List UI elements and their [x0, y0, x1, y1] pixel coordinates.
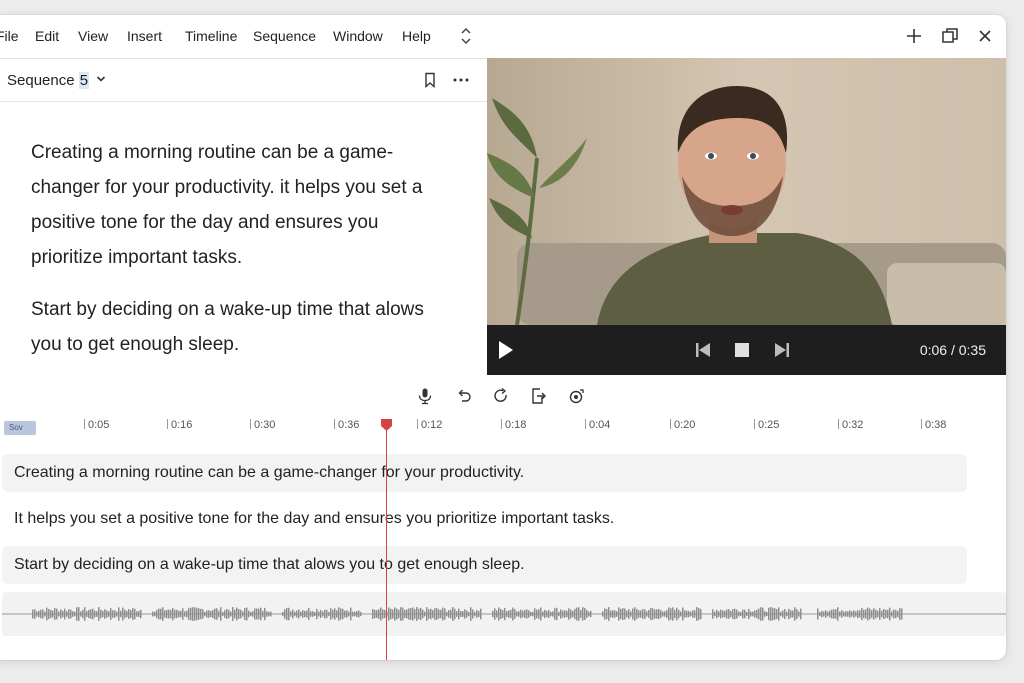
- menu-help[interactable]: Help: [402, 28, 431, 44]
- chevron-down-icon[interactable]: [96, 74, 106, 84]
- transcript-row[interactable]: It helps you set a positive tone for the…: [2, 500, 967, 538]
- stop-icon[interactable]: [734, 342, 750, 358]
- microphone-icon[interactable]: [416, 387, 434, 405]
- collapse-chevron-icon[interactable]: ‹: [0, 387, 1, 403]
- skip-back-icon[interactable]: [695, 342, 711, 358]
- ruler-tick: 0:05: [84, 419, 109, 431]
- ruler-tick: 0:18: [501, 419, 526, 431]
- redo-icon[interactable]: [492, 387, 510, 405]
- sequence-title[interactable]: Sequence 5: [7, 72, 90, 89]
- snapshot-icon[interactable]: [567, 387, 585, 405]
- ruler-tick: 0:32: [838, 419, 863, 431]
- menu-window[interactable]: Window: [333, 28, 383, 44]
- skip-forward-icon[interactable]: [774, 342, 790, 358]
- menu-timeline[interactable]: Timeline: [185, 28, 237, 44]
- ruler-tick: 0:38: [921, 419, 946, 431]
- menu-file[interactable]: File: [0, 28, 19, 44]
- transcript-row[interactable]: Creating a morning routine can be a game…: [2, 454, 967, 492]
- bookmark-icon[interactable]: [423, 72, 437, 88]
- ruler-tick: 0:30: [250, 419, 275, 431]
- menu-sequence[interactable]: Sequence: [253, 28, 316, 44]
- play-icon[interactable]: [497, 340, 515, 360]
- restore-icon[interactable]: [940, 26, 960, 46]
- ruler-tick: 0:25: [754, 419, 779, 431]
- menu-view[interactable]: View: [78, 28, 108, 44]
- timecode: 0:06 / 0:35: [919, 342, 986, 358]
- video-frame-image: [487, 58, 1006, 325]
- playhead-handle[interactable]: [380, 418, 393, 432]
- undo-icon[interactable]: [455, 387, 473, 405]
- player-controls: 0:06 / 0:35: [487, 325, 1006, 375]
- app-window: File Edit View Insert Timeline Sequence …: [0, 15, 1006, 660]
- ruler-tick: 0:16: [167, 419, 192, 431]
- ruler-tick: 0:04: [585, 419, 610, 431]
- chevron-updown-icon[interactable]: [460, 25, 472, 47]
- sequence-title-label: Sequence: [7, 72, 75, 89]
- transcript-row[interactable]: Start by deciding on a wake-up time that…: [2, 546, 967, 584]
- menu-insert[interactable]: Insert: [127, 28, 162, 44]
- script-paragraph[interactable]: Creating a morning routine can be a game…: [31, 135, 451, 275]
- sequence-header: Sequence 5: [0, 59, 487, 102]
- ruler-tick: 0:36: [334, 419, 359, 431]
- sequence-number: 5: [78, 72, 90, 89]
- menu-edit[interactable]: Edit: [35, 28, 59, 44]
- close-icon[interactable]: [975, 26, 995, 46]
- script-editor[interactable]: Creating a morning routine can be a game…: [31, 135, 451, 379]
- plus-icon[interactable]: [904, 26, 924, 46]
- export-icon[interactable]: [529, 387, 547, 405]
- more-icon[interactable]: [452, 71, 470, 89]
- ruler-tick: 0:12: [417, 419, 442, 431]
- ruler-tick: 0:20: [670, 419, 695, 431]
- audio-waveform[interactable]: [2, 592, 1006, 636]
- script-paragraph[interactable]: Start by deciding on a wake-up time that…: [31, 292, 451, 362]
- timeline-clip-label[interactable]: Sov: [4, 421, 36, 435]
- playhead-line[interactable]: [386, 427, 387, 660]
- menu-bar: File Edit View Insert Timeline Sequence …: [0, 15, 1006, 59]
- video-preview[interactable]: [487, 58, 1006, 325]
- waveform-graphic: [2, 607, 1006, 621]
